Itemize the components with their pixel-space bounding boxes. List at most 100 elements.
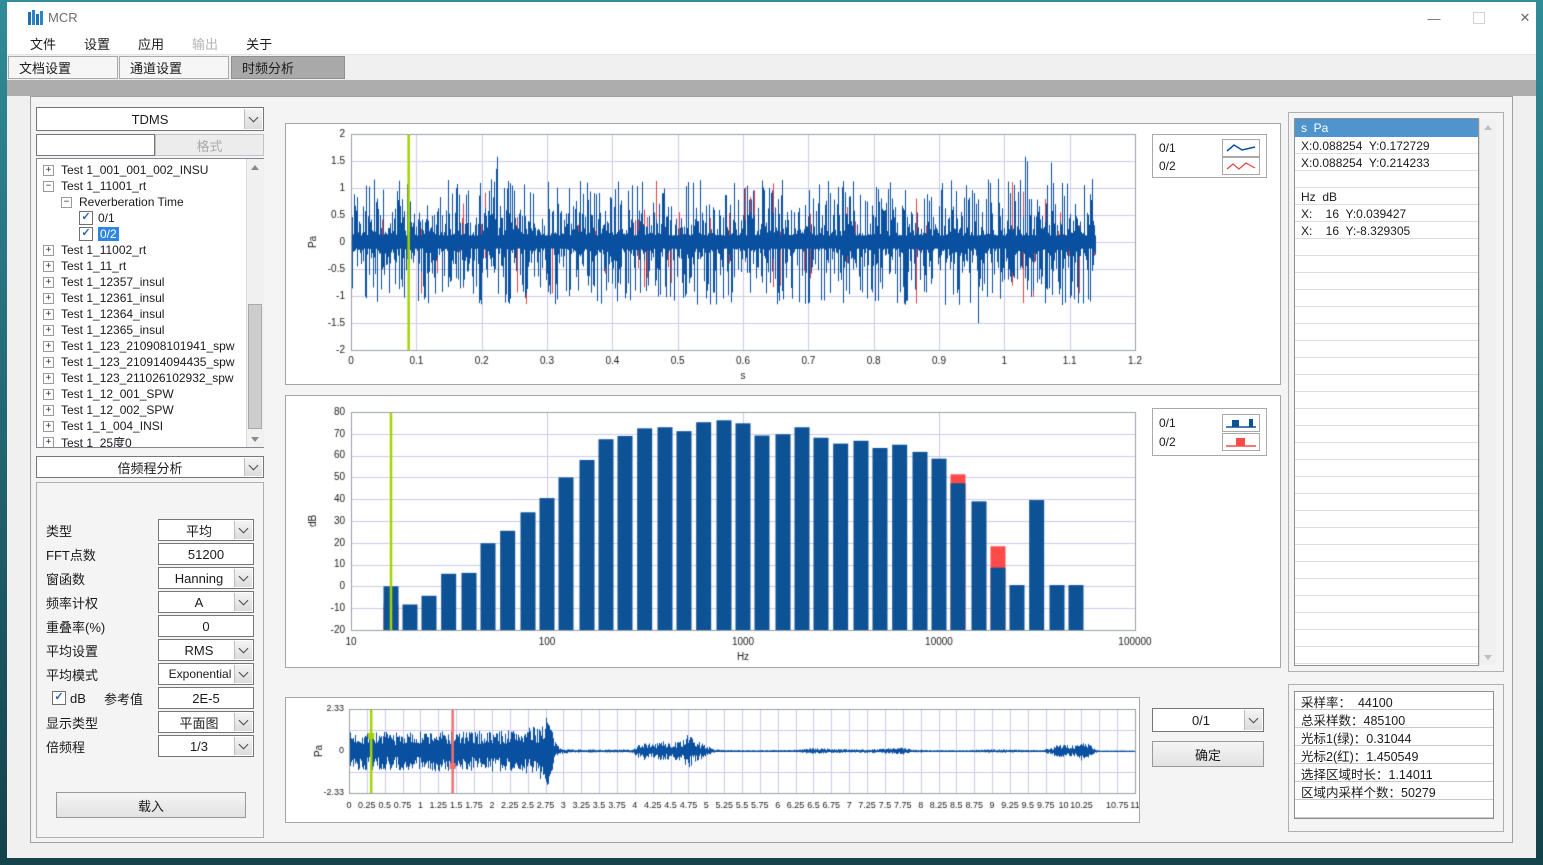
file-tree[interactable]: +Test 1_001_001_002_INSU−Test 1_11001_rt… [36, 158, 264, 448]
tree-item[interactable]: +Test 1_12365_insul [37, 322, 263, 338]
maximize-button[interactable] [1464, 8, 1494, 28]
tree-item[interactable]: +Test 1_123_211026102932_spw [37, 370, 263, 386]
scroll-up-icon[interactable] [247, 159, 263, 175]
tree-item[interactable]: +Test 1_123_210914094435_spw [37, 354, 263, 370]
overview-waveform-chart[interactable] [286, 698, 1139, 822]
setting-label-average-setting: 平均设置 [46, 639, 98, 661]
tree-item[interactable]: ✓0/1 [37, 210, 263, 226]
app-icon [27, 9, 44, 26]
tree-item[interactable]: + Test 1_12361_insul [37, 290, 263, 306]
tab-document-settings[interactable]: 文档设置 [8, 56, 118, 79]
chevron-down-icon[interactable] [244, 109, 262, 129]
tree-item[interactable]: + Test 1_001_001_002_INSU [37, 162, 263, 178]
expand-icon[interactable]: + [43, 293, 54, 304]
expand-icon[interactable]: + [43, 405, 54, 416]
time-waveform-chart[interactable] [286, 124, 1280, 384]
chevron-down-icon[interactable] [234, 737, 252, 755]
expand-icon[interactable]: + [43, 357, 54, 368]
display-type-combo[interactable]: 平面图 [158, 711, 254, 733]
filter-input[interactable] [36, 134, 155, 156]
tree-scrollbar[interactable] [246, 159, 264, 447]
octave-spectrum-chart[interactable] [286, 396, 1280, 667]
expand-icon[interactable]: + [43, 245, 54, 256]
average-mode-combo[interactable]: Exponential [158, 663, 254, 685]
tree-scrollbar-thumb[interactable] [248, 304, 262, 429]
expand-icon[interactable]: + [43, 325, 54, 336]
tree-item[interactable]: +Test 1_12357_insul [37, 274, 263, 290]
tree-item-label: Test 1_12364_insul [61, 307, 164, 321]
tree-item[interactable]: +Test 1_11002_rt [37, 242, 263, 258]
scroll-down-icon[interactable] [1480, 649, 1496, 665]
tree-item[interactable]: + Test 1_1_004_INSI [37, 418, 263, 434]
channel-select-combo[interactable]: 0/1 [1152, 708, 1264, 732]
chevron-down-icon[interactable] [234, 593, 252, 611]
menu-file[interactable]: 文件 [16, 33, 70, 55]
cursor-readout-row: X:0.088254 Y:0.214233 [1301, 154, 1476, 171]
expand-icon[interactable]: + [43, 309, 54, 320]
chevron-down-icon[interactable] [234, 713, 252, 731]
tree-item[interactable]: +Test 1_123_210908101941_spw [37, 338, 263, 354]
chevron-down-icon[interactable] [234, 521, 252, 539]
tree-item-label: Test 1_001_001_002_INSU [61, 163, 208, 177]
chevron-down-icon[interactable] [1244, 710, 1262, 730]
tree-item[interactable]: +Test 1_25度0 [37, 434, 263, 448]
expand-icon[interactable]: + [43, 373, 54, 384]
tree-item[interactable]: + Test 1_12364_insul [37, 306, 263, 322]
scroll-up-icon[interactable] [1480, 119, 1496, 135]
tree-item-label: Test 1_1_004_INSI [61, 419, 163, 433]
window-frame-left [0, 0, 7, 865]
tree-item[interactable]: ✓0/2 [37, 226, 263, 242]
tree-item[interactable]: +Test 1_11_rt [37, 258, 263, 274]
analysis-type-combo[interactable]: 倍频程分析 [36, 456, 264, 478]
tree-item[interactable]: −Test 1_11001_rt [37, 178, 263, 194]
minimize-button[interactable]: — [1419, 8, 1449, 28]
tree-item-label: Test 1_11001_rt [61, 179, 146, 193]
setting-label-db: dB [70, 687, 86, 709]
maximize-icon [1473, 12, 1485, 24]
expand-icon[interactable]: + [43, 389, 54, 400]
overlap-input[interactable]: 0 [158, 615, 254, 637]
frequency-weighting-combo[interactable]: A [158, 591, 254, 613]
checkbox-checked-icon[interactable]: ✓ [79, 227, 93, 241]
chevron-down-icon[interactable] [234, 641, 252, 659]
tree-item[interactable]: +Test 1_12_001_SPW [37, 386, 263, 402]
chevron-down-icon[interactable] [234, 569, 252, 587]
window-function-combo[interactable]: Hanning [158, 567, 254, 589]
legend-entry: 0/2 [1159, 157, 1260, 175]
expand-icon[interactable]: + [43, 261, 54, 272]
scroll-down-icon[interactable] [247, 431, 263, 447]
close-button[interactable]: ✕ [1510, 8, 1540, 28]
cursor-readout-list[interactable]: s Pa X:0.088254 Y:0.172729X:0.088254 Y:0… [1294, 118, 1479, 666]
checkbox-checked-icon[interactable]: ✓ [79, 211, 93, 225]
chevron-down-icon[interactable] [234, 665, 252, 683]
fft-points-input[interactable]: 51200 [158, 543, 254, 565]
tab-time-frequency-analysis[interactable]: 时频分析 [231, 56, 345, 79]
tab-channel-settings[interactable]: 通道设置 [119, 56, 229, 79]
collapse-icon[interactable]: − [61, 197, 72, 208]
collapse-icon[interactable]: − [43, 181, 54, 192]
tree-item-label: Reverberation Time [79, 195, 184, 209]
tree-item[interactable]: −Reverberation Time [37, 194, 263, 210]
expand-icon[interactable]: + [43, 437, 54, 448]
chevron-down-icon[interactable] [244, 458, 262, 476]
octave-combo[interactable]: 1/3 [158, 735, 254, 757]
stat-row: 总采样数：485100 [1301, 711, 1491, 728]
readout-scrollbar[interactable] [1479, 119, 1496, 665]
tree-item[interactable]: +Test 1_12_002_SPW [37, 402, 263, 418]
reference-value-input[interactable]: 2E-5 [158, 687, 254, 709]
average-setting-combo[interactable]: RMS [158, 639, 254, 661]
menu-settings[interactable]: 设置 [70, 33, 124, 55]
expand-icon[interactable]: + [43, 341, 54, 352]
db-checkbox[interactable]: ✓ [52, 691, 66, 705]
tree-item-label: Test 1_12361_insul [61, 291, 164, 305]
confirm-button[interactable]: 确定 [1152, 741, 1264, 767]
cursor-readout-row: X: 16 Y:-8.329305 [1301, 222, 1476, 239]
file-format-combo[interactable]: TDMS [36, 107, 264, 131]
load-button[interactable]: 载入 [56, 792, 246, 818]
menu-apply[interactable]: 应用 [124, 33, 178, 55]
type-combo[interactable]: 平均 [158, 519, 254, 541]
expand-icon[interactable]: + [43, 421, 54, 432]
expand-icon[interactable]: + [43, 277, 54, 288]
expand-icon[interactable]: + [43, 165, 54, 176]
menu-about[interactable]: 关于 [232, 33, 286, 55]
